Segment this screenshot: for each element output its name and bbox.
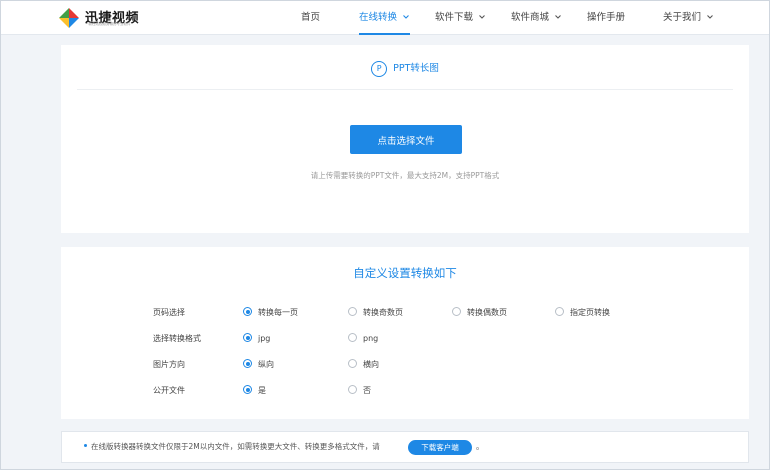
logo-subtitle: 一款在线视频剪辑的专业软件	[85, 22, 131, 26]
nav-software-store[interactable]: 软件商城	[511, 1, 562, 35]
nav-label: 操作手册	[587, 12, 626, 23]
upload-hint: 请上传需要转换的PPT文件，最大支持2M，支持PPT格式	[310, 171, 500, 180]
radio-odd-pages[interactable]: 转换奇数页	[348, 307, 403, 319]
radio-landscape[interactable]: 横向	[348, 359, 379, 371]
download-client-button[interactable]: 下载客户端	[408, 440, 472, 455]
option-label: 转换奇数页	[363, 308, 403, 317]
radio-selected-icon	[243, 307, 252, 316]
nav-manual[interactable]: 操作手册	[587, 1, 625, 35]
upload-title: P PPT转长图	[61, 59, 749, 79]
nav-software-download[interactable]: 软件下载	[435, 1, 486, 35]
nav-home[interactable]: 首页	[301, 1, 320, 35]
notice-text: 在线版转换器转换文件仅限于2M以内文件，如需转换更大文件、转换更多格式文件，请	[84, 432, 380, 462]
option-label: 是	[258, 386, 266, 395]
radio-unselected-icon	[348, 359, 357, 368]
page-selection-label: 页码选择	[153, 308, 185, 317]
radio-selected-icon	[243, 385, 252, 394]
public-file-label: 公开文件	[153, 386, 185, 395]
nav-online-convert[interactable]: 在线转换	[359, 1, 411, 35]
chevron-down-icon	[479, 15, 485, 19]
option-label: 指定页转换	[570, 308, 610, 317]
radio-unselected-icon	[348, 333, 357, 342]
option-label: 纵向	[258, 360, 274, 369]
chevron-down-icon	[707, 15, 713, 19]
option-label: 转换偶数页	[467, 308, 507, 317]
radio-unselected-icon	[452, 307, 461, 316]
radio-unselected-icon	[348, 307, 357, 316]
option-label: jpg	[258, 334, 271, 343]
option-label: 转换每一页	[258, 308, 298, 317]
radio-portrait[interactable]: 纵向	[243, 359, 274, 371]
radio-specific-pages[interactable]: 指定页转换	[555, 307, 610, 319]
radio-png[interactable]: png	[348, 333, 378, 345]
option-label: 横向	[363, 360, 379, 369]
upload-card: P PPT转长图 点击选择文件 请上传需要转换的PPT文件，最大支持2M，支持PP…	[61, 45, 749, 233]
radio-unselected-icon	[348, 385, 357, 394]
ppt-icon: P	[371, 60, 388, 77]
chevron-down-icon	[403, 15, 409, 19]
radio-public-no[interactable]: 否	[348, 385, 371, 397]
format-label: 选择转换格式	[153, 334, 201, 343]
radio-selected-icon	[243, 359, 252, 368]
nav-label: 软件下载	[435, 12, 474, 23]
nav-about-us[interactable]: 关于我们	[663, 1, 714, 35]
select-file-button[interactable]: 点击选择文件	[350, 125, 462, 154]
settings-card: 自定义设置转换如下 页码选择 转换每一页 转换奇数页 转换偶数页 指定页转换 选…	[61, 247, 749, 419]
nav-label: 关于我们	[663, 12, 702, 23]
notice-message: 在线版转换器转换文件仅限于2M以内文件，如需转换更大文件、转换更多格式文件，请	[91, 442, 380, 451]
logo-icon	[59, 8, 79, 28]
radio-public-yes[interactable]: 是	[243, 385, 266, 397]
radio-all-pages[interactable]: 转换每一页	[243, 307, 298, 319]
option-label: 否	[363, 386, 371, 395]
notice-end: 。	[476, 442, 484, 451]
upload-title-text: PPT转长图	[393, 63, 439, 74]
radio-jpg[interactable]: jpg	[243, 333, 270, 345]
option-label: png	[363, 334, 379, 343]
nav-label: 软件商城	[511, 12, 550, 23]
chevron-down-icon	[555, 15, 561, 19]
radio-even-pages[interactable]: 转换偶数页	[452, 307, 507, 319]
radio-unselected-icon	[555, 307, 564, 316]
orientation-label: 图片方向	[153, 360, 185, 369]
notice-bar: 在线版转换器转换文件仅限于2M以内文件，如需转换更大文件、转换更多格式文件，请 …	[61, 431, 749, 463]
bullet-icon	[84, 444, 87, 447]
top-header: 迅捷视频 一款在线视频剪辑的专业软件 首页 在线转换 软件下载 软件商城 操作手…	[1, 1, 769, 35]
radio-selected-icon	[243, 333, 252, 342]
nav-label: 在线转换	[359, 12, 398, 23]
logo[interactable]: 迅捷视频 一款在线视频剪辑的专业软件	[59, 6, 149, 30]
nav-label: 首页	[301, 12, 321, 23]
divider	[77, 89, 733, 90]
settings-title: 自定义设置转换如下	[353, 266, 457, 280]
